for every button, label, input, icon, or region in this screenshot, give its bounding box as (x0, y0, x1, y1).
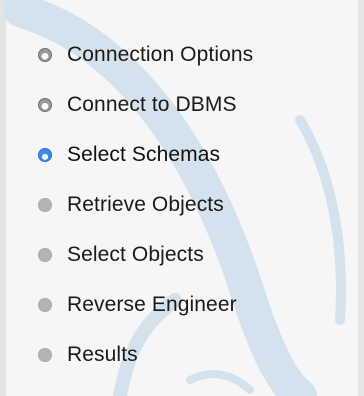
step-label: Select Schemas (67, 143, 221, 166)
step-label: Results (67, 343, 138, 366)
step-pending-indicator-icon (38, 248, 52, 262)
step-label: Connection Options (67, 43, 254, 66)
step-label: Reverse Engineer (67, 293, 237, 316)
wizard-step-select-schemas: Select Schemas (0, 130, 364, 180)
step-done-indicator-icon (38, 98, 52, 112)
step-label: Retrieve Objects (67, 193, 224, 216)
step-label: Select Objects (67, 243, 204, 266)
wizard-step-select-objects: Select Objects (0, 230, 364, 280)
wizard-step-connection-options: Connection Options (0, 30, 364, 80)
wizard-step-results: Results (0, 330, 364, 380)
wizard-step-reverse-engineer: Reverse Engineer (0, 280, 364, 330)
wizard-step-panel: Connection Options Connect to DBMS Selec… (0, 0, 364, 396)
step-pending-indicator-icon (38, 298, 52, 312)
wizard-steps-list: Connection Options Connect to DBMS Selec… (0, 30, 364, 380)
step-pending-indicator-icon (38, 348, 52, 362)
wizard-step-connect-to-dbms: Connect to DBMS (0, 80, 364, 130)
step-done-indicator-icon (38, 48, 52, 62)
step-current-indicator-icon (38, 148, 52, 162)
step-label: Connect to DBMS (67, 93, 237, 116)
step-pending-indicator-icon (38, 198, 52, 212)
wizard-step-retrieve-objects: Retrieve Objects (0, 180, 364, 230)
